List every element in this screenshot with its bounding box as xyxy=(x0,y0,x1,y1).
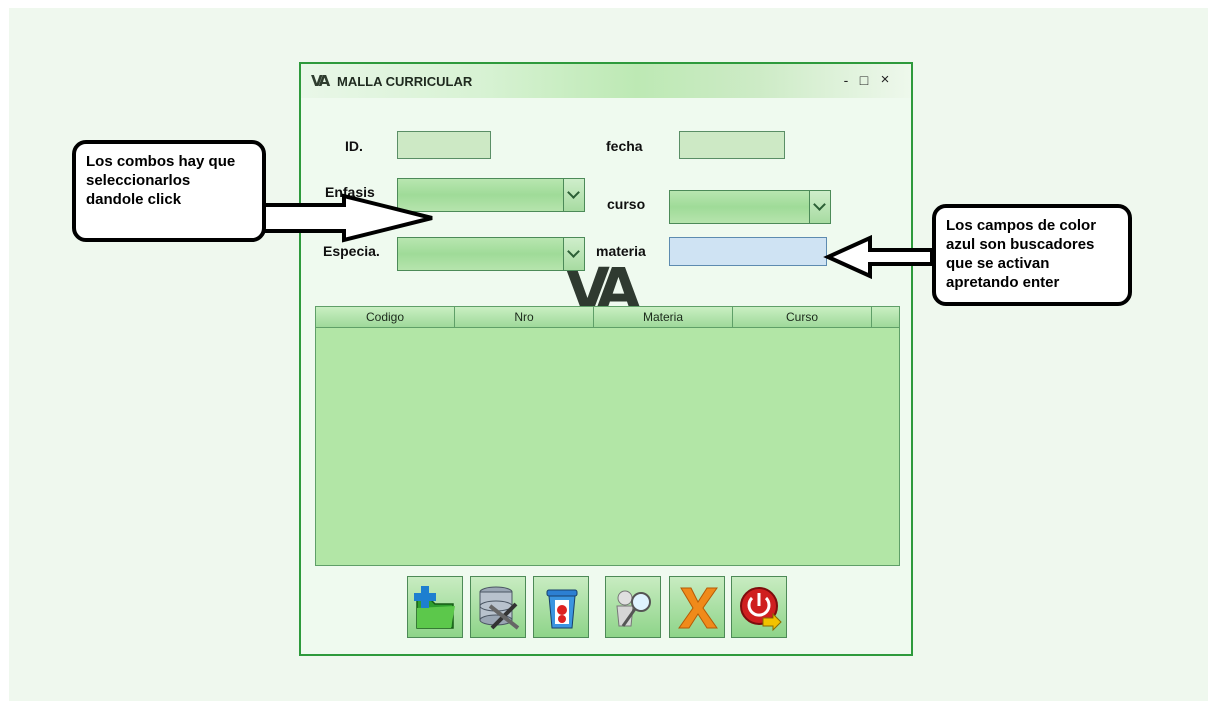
annotation-combos-note: Los combos hay que seleccionarlos dandol… xyxy=(72,140,266,242)
annotation-arrows xyxy=(260,193,934,280)
note-line: azul son buscadores xyxy=(946,236,1095,253)
note-line: que se activan xyxy=(946,255,1050,272)
arrow-to-combos xyxy=(260,193,433,243)
note-line: Los campos de color xyxy=(946,217,1097,234)
note-line: apretando enter xyxy=(946,274,1060,291)
note-line: Los combos hay que xyxy=(86,153,236,170)
annotation-blue-fields-note: Los campos de color azul son buscadores … xyxy=(932,204,1132,306)
arrow-to-blue-field xyxy=(823,234,934,280)
note-line: dandole click xyxy=(86,191,182,208)
note-line: seleccionarlos xyxy=(86,172,191,189)
